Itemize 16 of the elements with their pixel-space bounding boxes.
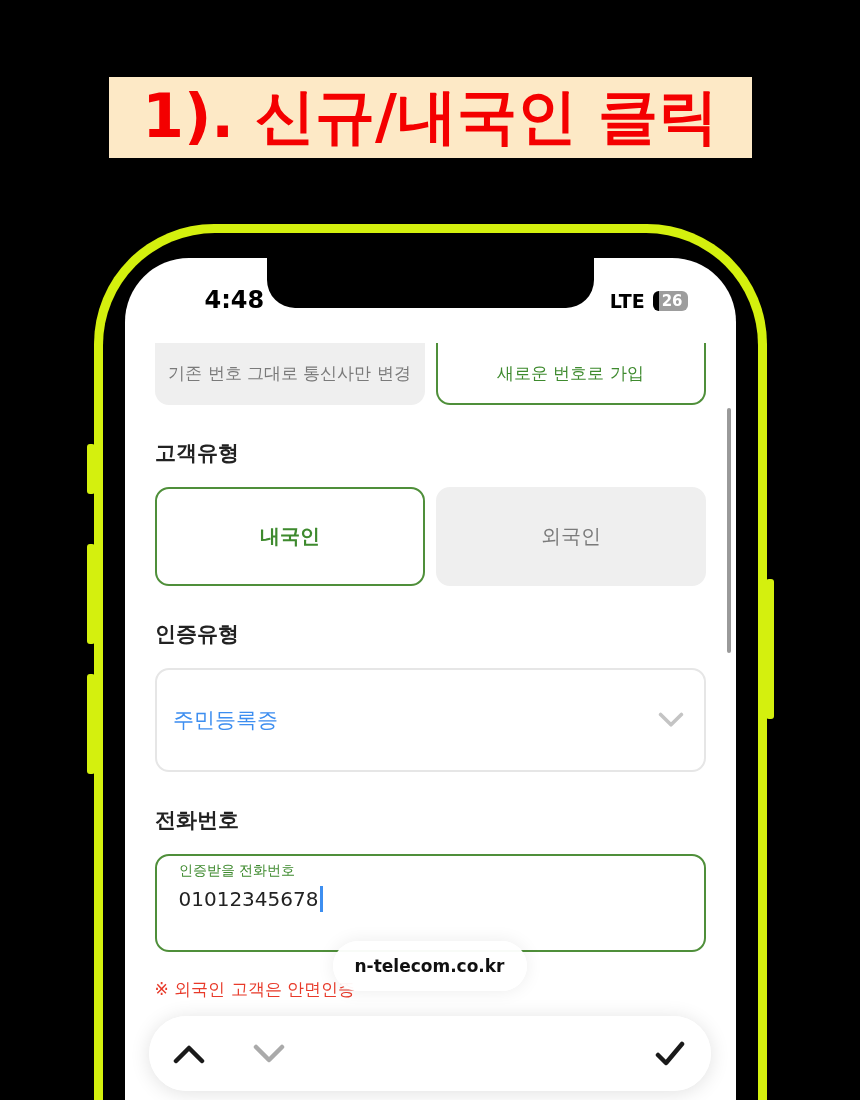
customer-type-option[interactable]: 외국인 bbox=[435, 487, 706, 586]
tutorial-title: 1). 신규/내국인 클릭 bbox=[108, 77, 752, 158]
field-label: 인증받을 전화번호 bbox=[178, 862, 296, 880]
join-type-option[interactable]: 새로운 번호로 가입 bbox=[435, 343, 706, 405]
field-value: 01012345678 bbox=[178, 887, 319, 911]
network-label: LTE bbox=[609, 289, 645, 312]
auth-type-select[interactable]: 주민등록증 bbox=[154, 668, 706, 772]
join-type-option[interactable]: 기존 번호 그대로 통신사만 변경 bbox=[154, 343, 425, 405]
status-time: 4:48 bbox=[204, 285, 265, 314]
chevron-down-icon bbox=[657, 712, 684, 728]
customer-type-option[interactable]: 내국인 bbox=[154, 487, 425, 586]
section-label: 전화번호 bbox=[154, 807, 240, 834]
text-cursor bbox=[320, 886, 324, 912]
battery-indicator: 26 bbox=[652, 290, 688, 311]
section-label: 고객유형 bbox=[154, 440, 240, 467]
section-label: 인증유형 bbox=[154, 621, 240, 648]
